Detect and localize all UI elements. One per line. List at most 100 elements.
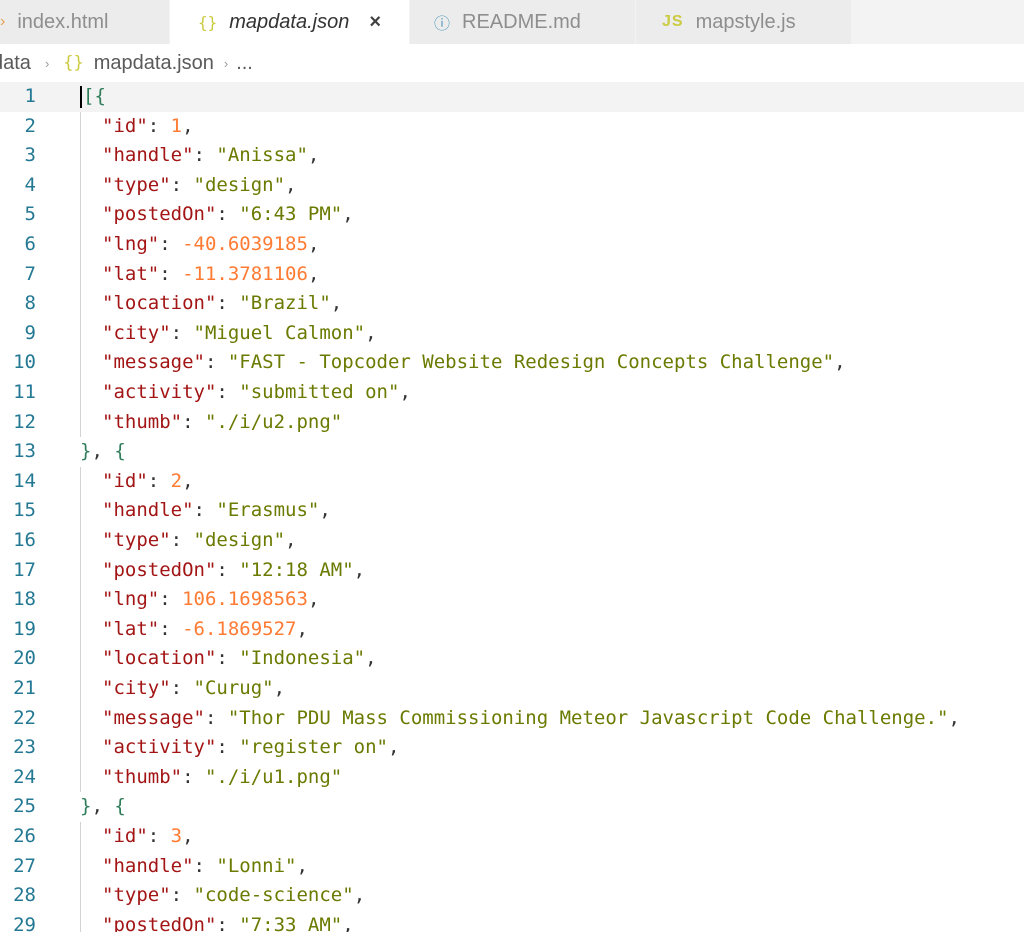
line-number: 12 bbox=[13, 410, 36, 433]
code-line[interactable]: 2 "id": 1, bbox=[0, 111, 1024, 142]
tab-label: mapdata.json bbox=[229, 10, 350, 33]
tab-label: README.md bbox=[462, 10, 581, 33]
indent-guide bbox=[80, 733, 81, 763]
line-number: 15 bbox=[13, 499, 36, 522]
code-line[interactable]: 14 "id": 2, bbox=[0, 466, 1024, 497]
indent-guide bbox=[80, 407, 81, 438]
indent-guide bbox=[80, 141, 81, 171]
line-number: 17 bbox=[13, 558, 36, 581]
code-line[interactable]: 26 "id": 3, bbox=[0, 822, 1024, 852]
json-string-value: "register on" bbox=[239, 736, 388, 759]
code-line[interactable]: 18 "lng": 106.1698563, bbox=[0, 585, 1024, 615]
json-string-value: "Thor PDU Mass Commissioning Meteor Java… bbox=[227, 706, 949, 729]
json-punctuation: : bbox=[159, 262, 183, 285]
code-text: "location": "Brazil", bbox=[102, 289, 342, 319]
breadcrumb-folder[interactable]: data bbox=[0, 52, 31, 75]
json-punctuation: : bbox=[216, 647, 240, 670]
breadcrumb-more[interactable]: ... bbox=[236, 52, 253, 75]
indent-guide bbox=[80, 674, 81, 704]
code-line[interactable]: 16 "type": "design", bbox=[0, 526, 1024, 556]
json-string-value: "submitted on" bbox=[239, 381, 400, 403]
json-key: "activity" bbox=[102, 381, 217, 403]
code-text: "message": "Thor PDU Mass Commissioning … bbox=[102, 704, 960, 734]
json-punctuation: , bbox=[285, 173, 297, 196]
json-string-value: "6:43 PM" bbox=[239, 203, 343, 226]
json-punctuation: : bbox=[159, 588, 183, 611]
close-tab-icon[interactable]: × bbox=[369, 11, 381, 34]
tab-mapstyle-js[interactable]: JS mapstyle.js bbox=[636, 0, 852, 44]
code-line[interactable]: 15 "handle": "Erasmus", bbox=[0, 496, 1024, 526]
code-line[interactable]: 3 "handle": "Anissa", bbox=[0, 141, 1024, 171]
line-number: 1 bbox=[24, 85, 36, 107]
code-line[interactable]: 9 "city": "Miguel Calmon", bbox=[0, 318, 1024, 349]
code-line[interactable]: 7 "lat": -11.3781106, bbox=[0, 259, 1024, 290]
json-punctuation: , bbox=[342, 203, 354, 226]
code-line[interactable]: 25}, { bbox=[0, 792, 1024, 822]
line-number: 3 bbox=[24, 144, 36, 167]
json-key: "lat" bbox=[102, 262, 160, 285]
code-text: "thumb": "./i/u2.png" bbox=[102, 408, 342, 438]
code-text: "handle": "Erasmus", bbox=[102, 496, 331, 526]
json-punctuation: , bbox=[834, 351, 846, 374]
json-punctuation: , bbox=[307, 233, 320, 255]
json-punctuation: : bbox=[216, 381, 240, 403]
json-punctuation: : bbox=[193, 144, 217, 167]
code-line[interactable]: 19 "lat": -6.1869527, bbox=[0, 614, 1024, 645]
json-punctuation: : bbox=[159, 233, 183, 255]
tab-index-html[interactable]: › index.html bbox=[0, 0, 170, 44]
code-line[interactable]: 22 "message": "Thor PDU Mass Commissionin… bbox=[0, 703, 1024, 734]
json-punctuation: : bbox=[170, 321, 194, 344]
json-punctuation: , bbox=[365, 321, 377, 344]
json-key: "thumb" bbox=[102, 765, 183, 788]
code-line[interactable]: 11 "activity": "submitted on", bbox=[0, 378, 1024, 408]
code-line[interactable]: 12 "thumb": "./i/u2.png" bbox=[0, 407, 1024, 438]
code-text: "id": 2, bbox=[102, 467, 194, 497]
code-line[interactable]: 20 "location": "Indonesia", bbox=[0, 644, 1024, 674]
indent-guide bbox=[80, 318, 81, 349]
code-line[interactable]: 24 "thumb": "./i/u1.png" bbox=[0, 762, 1024, 793]
json-key: "activity" bbox=[102, 736, 217, 759]
code-text: }, { bbox=[80, 437, 126, 467]
indent-guide bbox=[80, 614, 81, 645]
line-number: 27 bbox=[13, 854, 36, 877]
code-line[interactable]: 21 "city": "Curug", bbox=[0, 674, 1024, 704]
code-line[interactable]: 6 "lng": -40.6039185, bbox=[0, 230, 1024, 260]
code-line[interactable]: 28 "type": "code-science", bbox=[0, 881, 1024, 911]
tab-readme-md[interactable]: ⓘ README.md bbox=[410, 0, 636, 44]
tab-mapdata-json[interactable]: {} mapdata.json × bbox=[170, 0, 410, 44]
code-line[interactable]: 17 "postedOn": "12:18 AM", bbox=[0, 555, 1024, 586]
indent-guide bbox=[80, 910, 81, 932]
code-line[interactable]: 8 "location": "Brazil", bbox=[0, 289, 1024, 319]
line-number: 22 bbox=[13, 706, 36, 729]
code-line[interactable]: 10 "message": "FAST - Topcoder Website Re… bbox=[0, 348, 1024, 378]
breadcrumb-file[interactable]: mapdata.json bbox=[94, 52, 214, 75]
code-line[interactable]: 4 "type": "design", bbox=[0, 170, 1024, 201]
code-text: "activity": "submitted on", bbox=[102, 378, 411, 408]
json-number-value: 106.1698563 bbox=[182, 588, 308, 611]
tab-label: mapstyle.js bbox=[695, 10, 796, 33]
json-key: "postedOn" bbox=[102, 913, 217, 932]
json-string-value: "FAST - Topcoder Website Redesign Concep… bbox=[227, 351, 835, 374]
json-punctuation: , bbox=[353, 884, 366, 907]
line-number: 11 bbox=[13, 381, 36, 403]
code-line[interactable]: 13}, { bbox=[0, 437, 1024, 467]
indent-guide bbox=[80, 378, 81, 408]
line-number: 19 bbox=[13, 617, 36, 640]
code-editor[interactable]: 1 [{ 2 "id": 1, 3 "handle": "Anissa", 4 "type":… bbox=[0, 82, 1024, 932]
code-line[interactable]: 29 "postedOn": "7:33 AM", bbox=[0, 910, 1024, 932]
json-string-value: "Curug" bbox=[193, 677, 274, 699]
json-punctuation: , bbox=[91, 440, 115, 463]
json-bracket: [{ bbox=[83, 85, 106, 107]
code-text: }, { bbox=[80, 792, 126, 822]
json-key: "type" bbox=[102, 173, 171, 196]
json-key: "lat" bbox=[102, 617, 160, 640]
json-key: "postedOn" bbox=[102, 203, 217, 226]
code-text: "thumb": "./i/u1.png" bbox=[102, 763, 342, 793]
json-string-value: "12:18 AM" bbox=[239, 558, 354, 581]
line-number: 4 bbox=[24, 173, 36, 196]
code-line[interactable]: 27 "handle": "Lonni", bbox=[0, 851, 1024, 882]
code-line[interactable]: 1 [{ bbox=[0, 82, 1024, 112]
code-line[interactable]: 5 "postedOn": "6:43 PM", bbox=[0, 200, 1024, 230]
json-key: "location" bbox=[102, 647, 217, 670]
code-line[interactable]: 23 "activity": "register on", bbox=[0, 733, 1024, 763]
